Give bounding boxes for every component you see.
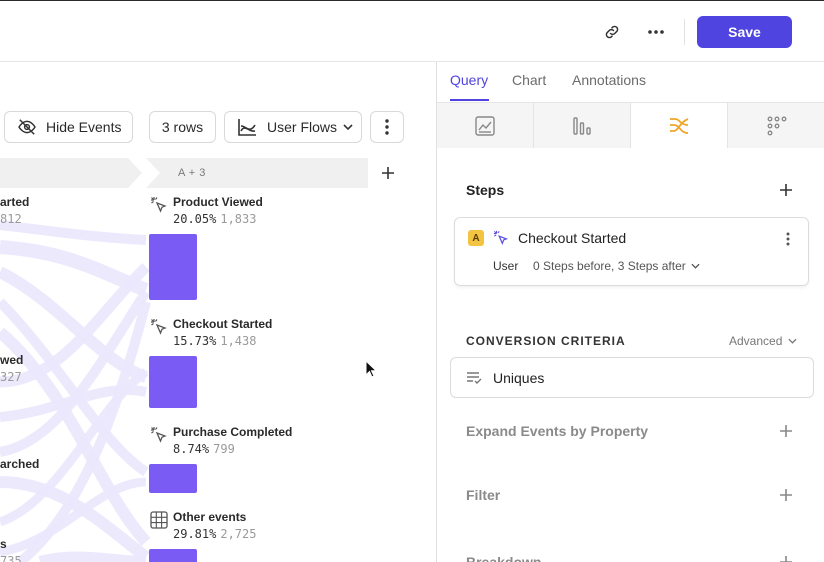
- left-node-1-label: arted: [0, 195, 30, 209]
- node-purchase-completed-count: 799: [213, 442, 235, 456]
- node-other-events-count: 2,725: [220, 527, 257, 541]
- active-tab-indicator: [450, 99, 489, 101]
- more-horizontal-icon[interactable]: [640, 17, 672, 47]
- breakdown-title[interactable]: Breakdown: [466, 554, 541, 562]
- uniques-selector[interactable]: Uniques: [450, 357, 814, 398]
- node-other-events-label: Other events: [173, 510, 247, 524]
- tab-query[interactable]: Query: [450, 72, 488, 88]
- node-other-events-stats: 29.81% 2,725: [173, 527, 256, 541]
- node-product-viewed-stats: 20.05% 1,833: [173, 212, 256, 226]
- node-product-viewed-pct: 20.05%: [173, 212, 217, 226]
- add-breakdown-plus-icon[interactable]: [779, 555, 793, 562]
- list-check-icon: [467, 372, 482, 384]
- node-purchase-completed-pct: 8.74%: [173, 442, 210, 456]
- node-checkout-started-pct: 15.73%: [173, 334, 217, 348]
- node-product-viewed-count: 1,833: [220, 212, 257, 226]
- line-chart-icon: [475, 115, 495, 136]
- conversion-criteria-title: CONVERSION CRITERIA: [466, 334, 626, 348]
- flow-ribbon: [38, 551, 147, 562]
- more-vertical-icon: [385, 119, 389, 135]
- query-panel: Query Chart Annotations Steps A Checkout…: [436, 62, 824, 562]
- filter-title[interactable]: Filter: [466, 487, 500, 503]
- user-flows-dropdown[interactable]: User Flows: [224, 111, 362, 143]
- flow-ribbon: [0, 220, 147, 245]
- step-header: A + 3: [146, 158, 368, 188]
- tab-annotations[interactable]: Annotations: [572, 72, 646, 88]
- hide-events-button[interactable]: Hide Events: [4, 111, 133, 143]
- node-checkout-started-label: Checkout Started: [173, 317, 273, 331]
- panel-tabs: Query Chart Annotations: [437, 62, 824, 102]
- cursor-click-icon: [151, 197, 167, 213]
- add-expand-plus-icon[interactable]: [779, 424, 793, 438]
- node-product-viewed-bar[interactable]: [149, 234, 197, 300]
- left-node-2-label: wed: [0, 353, 24, 367]
- step-badge: A: [468, 230, 484, 246]
- node-other-events-pct: 29.81%: [173, 527, 217, 541]
- left-node-1-count: 812: [0, 212, 22, 226]
- node-checkout-started-stats: 15.73% 1,438: [173, 334, 256, 348]
- user-flows-label: User Flows: [267, 119, 338, 135]
- node-product-viewed-label: Product Viewed: [173, 195, 263, 209]
- advanced-dropdown[interactable]: Advanced: [729, 334, 797, 348]
- add-step-plus-icon[interactable]: [779, 183, 793, 197]
- save-button[interactable]: Save: [697, 16, 792, 48]
- step-event-name[interactable]: Checkout Started: [518, 230, 626, 246]
- left-node-4-label: s: [0, 537, 7, 551]
- chevron-down-icon: [343, 124, 353, 130]
- previous-step-header: [0, 158, 142, 188]
- flows-chart-panel: Hide Events 3 rows User Flows A + 3 arte…: [0, 62, 436, 562]
- add-filter-plus-icon[interactable]: [779, 488, 793, 502]
- step-range-dropdown[interactable]: 0 Steps before, 3 Steps after: [533, 259, 700, 273]
- top-bar: Save: [0, 0, 824, 62]
- flows-viz-button[interactable]: [631, 103, 728, 148]
- node-other-events-bar[interactable]: [149, 549, 197, 562]
- steps-title: Steps: [466, 182, 505, 198]
- more-vertical-button[interactable]: [370, 111, 404, 143]
- link-icon[interactable]: [596, 17, 628, 47]
- step-header-label: A + 3: [178, 167, 206, 179]
- left-node-3-label: arched: [0, 457, 40, 471]
- cursor-click-icon: [151, 319, 167, 335]
- step-header-notch: [146, 158, 160, 188]
- bar-chart-icon: [573, 116, 591, 135]
- left-node-2-count: 327: [0, 370, 22, 384]
- expand-events-title[interactable]: Expand Events by Property: [466, 423, 648, 439]
- eye-off-icon: [18, 119, 36, 135]
- cursor-click-icon: [151, 427, 167, 443]
- uniques-label: Uniques: [493, 370, 545, 386]
- node-checkout-started-count: 1,438: [220, 334, 257, 348]
- node-checkout-started-bar[interactable]: [149, 356, 197, 408]
- left-node-4: s 735: [0, 537, 22, 562]
- report-type-selector: [437, 102, 824, 148]
- step-range-label: 0 Steps before, 3 Steps after: [533, 259, 686, 273]
- add-step-icon[interactable]: [378, 163, 398, 183]
- left-node-2: wed 327: [0, 353, 23, 384]
- rows-button[interactable]: 3 rows: [149, 111, 216, 143]
- flow-chart-icon: [238, 119, 256, 136]
- hide-events-label: Hide Events: [46, 119, 122, 135]
- step-user-label: User: [493, 259, 519, 273]
- grid-icon: [150, 511, 168, 529]
- toolbar-divider: [684, 19, 685, 45]
- mouse-cursor-icon: [365, 360, 377, 378]
- flows-icon: [670, 117, 689, 134]
- chevron-down-icon: [788, 338, 797, 344]
- node-purchase-completed-label: Purchase Completed: [173, 425, 293, 439]
- chevron-down-icon: [691, 263, 700, 269]
- left-node-3: arched: [0, 457, 39, 471]
- step-more-icon[interactable]: [786, 232, 790, 246]
- cursor-click-icon: [493, 230, 509, 245]
- funnels-viz-button[interactable]: [534, 103, 631, 148]
- step-card[interactable]: A Checkout Started User 0 Steps before, …: [454, 217, 809, 286]
- left-node-4-count: 735: [0, 554, 22, 562]
- node-purchase-completed-bar[interactable]: [149, 464, 197, 493]
- tab-chart[interactable]: Chart: [512, 72, 546, 88]
- left-node-1: arted 812: [0, 195, 29, 226]
- retention-viz-button[interactable]: [728, 103, 824, 148]
- insights-viz-button[interactable]: [437, 103, 534, 148]
- node-purchase-completed-stats: 8.74% 799: [173, 442, 235, 456]
- dots-grid-icon: [767, 116, 786, 135]
- advanced-label: Advanced: [729, 334, 783, 348]
